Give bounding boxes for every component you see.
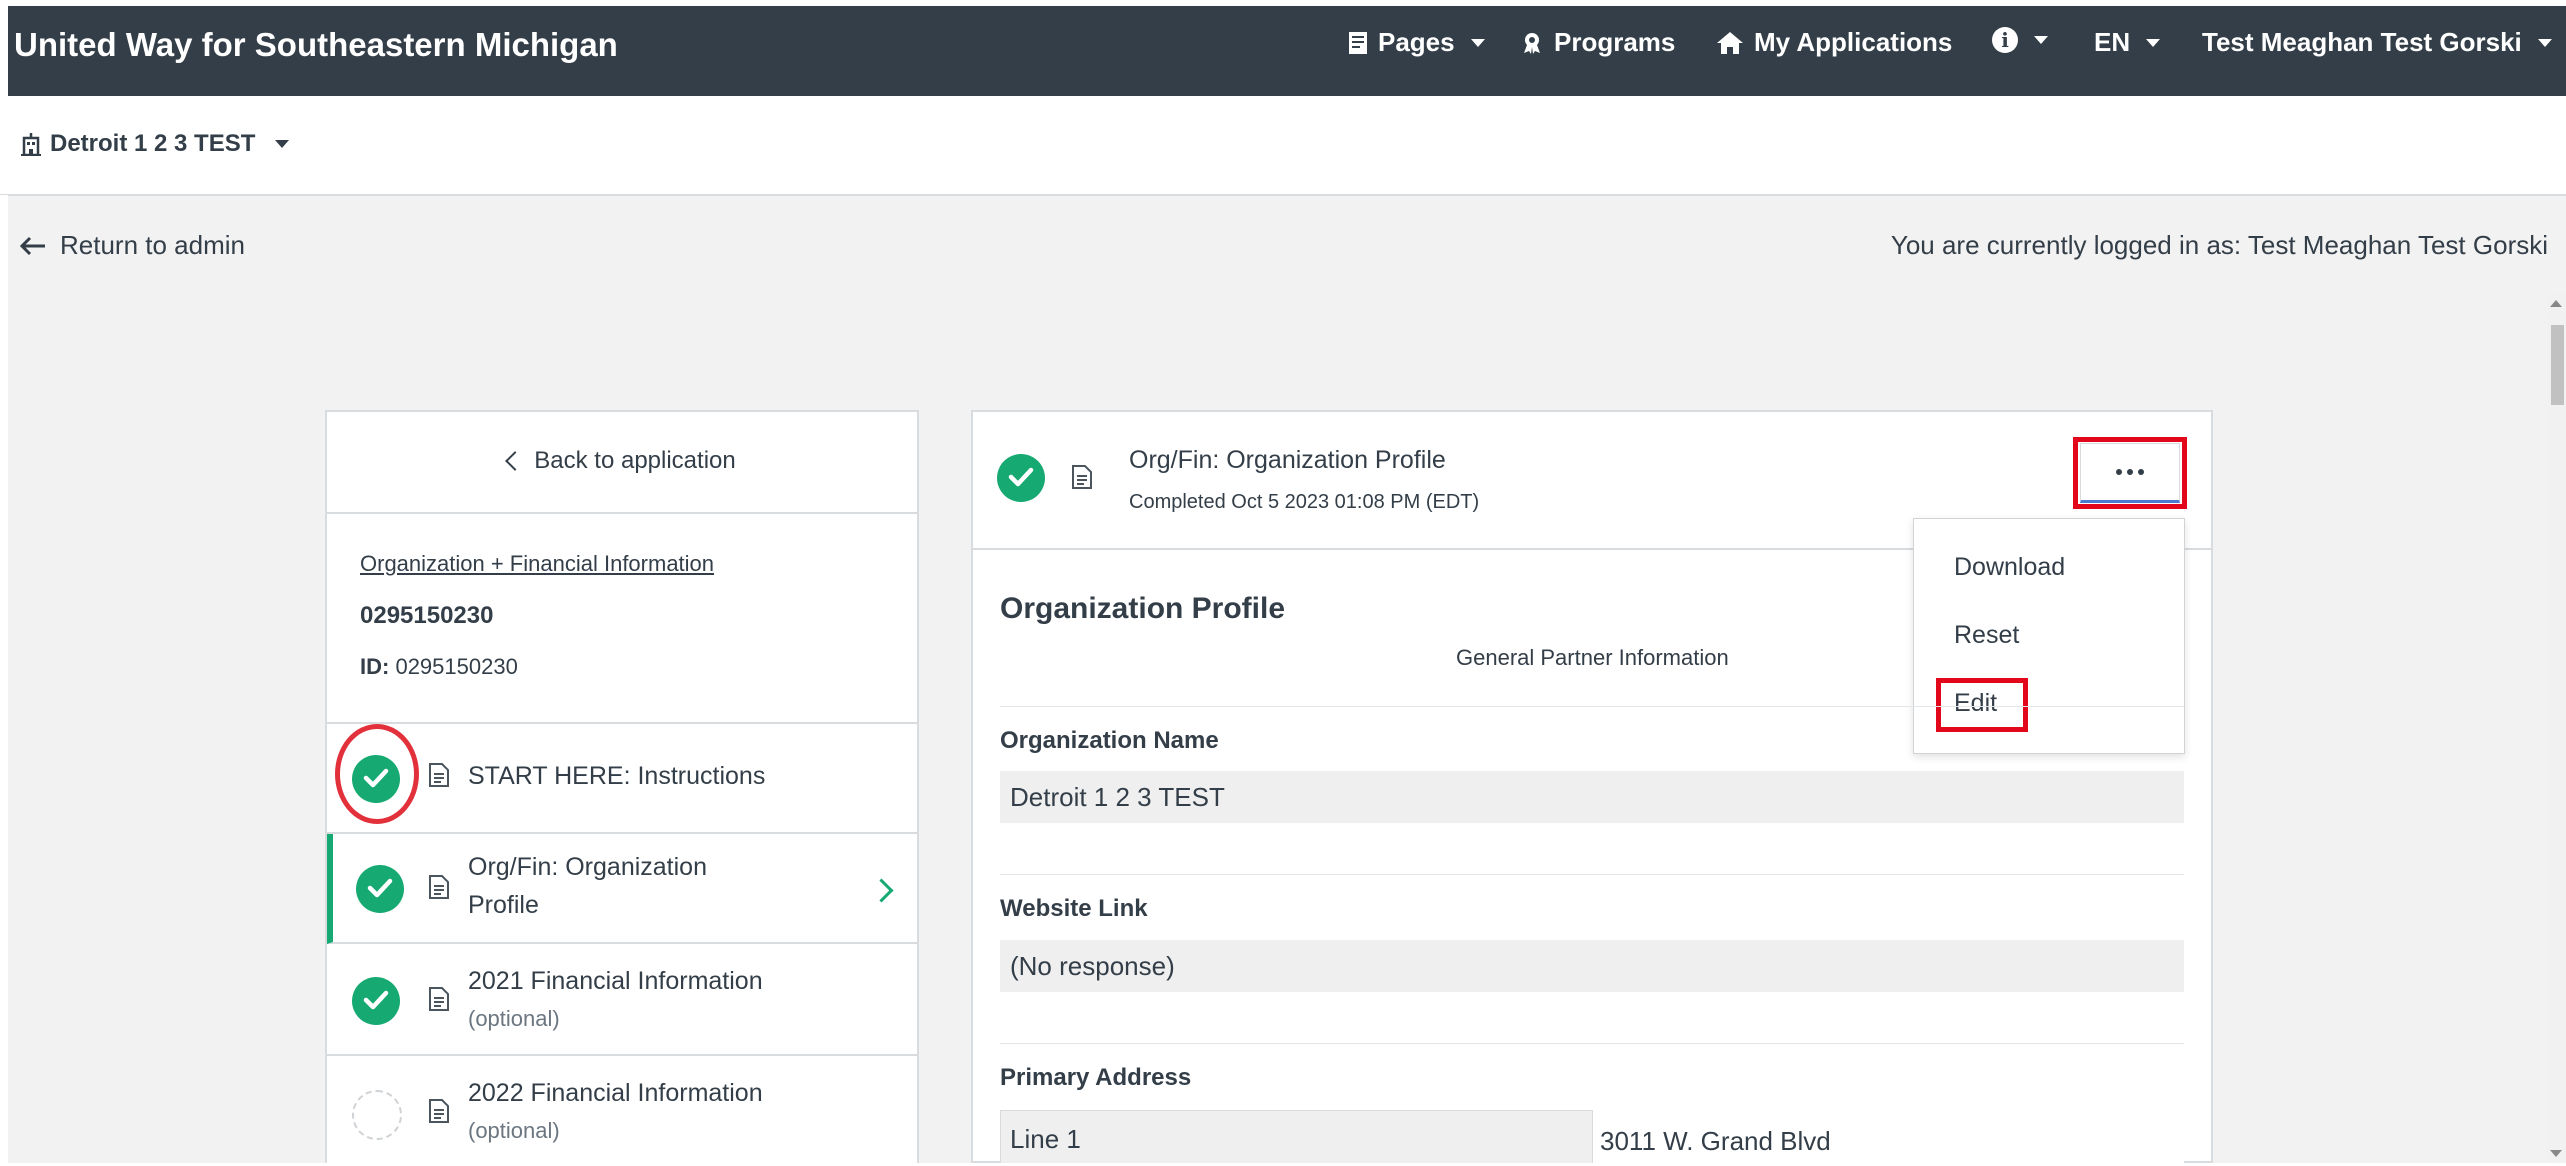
info-icon: i (1992, 27, 2018, 53)
field-divider (1000, 1043, 2184, 1044)
address-label: Primary Address (1000, 1064, 1192, 1091)
address-line1-label: Line 1 (1010, 1124, 1081, 1154)
vertical-scrollbar[interactable] (2548, 293, 2566, 1163)
check-circle-icon (997, 454, 1045, 502)
scrollbar-thumb[interactable] (2551, 325, 2564, 405)
chevron-down-icon (2034, 36, 2048, 44)
step-subtitle: (optional) (468, 1118, 560, 1143)
return-to-admin-label: Return to admin (60, 230, 245, 260)
annotation-highlight-circle (335, 724, 419, 824)
nav-user-menu[interactable]: Test Meaghan Test Gorski (2202, 27, 2552, 58)
nav-pages-menu[interactable]: Pages (1348, 27, 1485, 58)
field-divider (1000, 706, 2184, 707)
org-name-value: Detroit 1 2 3 TEST (1000, 771, 2184, 823)
more-dots-icon (2080, 443, 2180, 503)
section-subtitle: General Partner Information (1456, 645, 1729, 670)
chevron-right-icon (869, 878, 894, 903)
incomplete-circle-icon (352, 1090, 402, 1140)
back-to-application-link[interactable]: Back to application (325, 410, 919, 514)
check-circle-icon (352, 977, 400, 1025)
nav-pages-label: Pages (1378, 27, 1455, 57)
step-2021-financial[interactable]: 2021 Financial Information (optional) (327, 944, 917, 1056)
application-id: ID: 0295150230 (360, 654, 518, 680)
application-id-label: ID: (360, 654, 390, 679)
nav-info-menu[interactable]: i (1992, 27, 2048, 53)
org-name-label: Organization Name (1000, 727, 1219, 754)
step-title-main: 2022 Financial Information (468, 1079, 763, 1107)
chevron-down-icon (2537, 38, 2552, 47)
section-title: Organization Profile (1000, 592, 1286, 625)
return-to-admin-link[interactable]: Return to admin (20, 230, 245, 261)
nav-language-menu[interactable]: EN (2094, 27, 2161, 58)
pages-icon (1349, 31, 1367, 54)
step-title-line1: Org/Fin: Organization (468, 853, 707, 881)
step-2022-financial[interactable]: 2022 Financial Information (optional) (327, 1056, 917, 1166)
menu-item-reset[interactable]: Reset (1954, 621, 2019, 650)
chevron-left-icon (505, 451, 526, 471)
step-title: START HERE: Instructions (468, 762, 766, 790)
form-title: Org/Fin: Organization Profile (1129, 446, 1446, 474)
website-label: Website Link (1000, 895, 1148, 922)
document-icon (1072, 465, 1092, 489)
step-title-line2: Profile (468, 891, 539, 919)
document-icon (429, 1099, 449, 1123)
step-title: 2021 Financial Information (optional) (468, 962, 763, 1038)
category-link[interactable]: Organization + Financial Information (360, 551, 714, 577)
building-icon (21, 133, 41, 156)
chevron-down-icon (1470, 38, 1485, 47)
menu-item-download[interactable]: Download (1954, 553, 2065, 582)
nav-programs-label: Programs (1554, 27, 1676, 57)
step-title: 2022 Financial Information (optional) (468, 1074, 763, 1150)
step-subtitle: (optional) (468, 1006, 560, 1031)
step-title: Org/Fin: Organization Profile (468, 848, 707, 924)
chevron-down-icon (2146, 38, 2161, 47)
scroll-up-arrow-icon[interactable] (2550, 300, 2562, 307)
website-value: (No response) (1000, 940, 2184, 992)
back-to-application-label: Back to application (534, 447, 736, 474)
arrow-left-icon (20, 236, 45, 255)
chevron-down-icon (275, 140, 290, 148)
logged-in-status: You are currently logged in as: Test Mea… (1890, 230, 2548, 260)
application-id-value: 0295150230 (395, 654, 518, 679)
nav-programs-link[interactable]: Programs (1520, 27, 1675, 58)
scroll-down-arrow-icon[interactable] (2550, 1150, 2562, 1157)
organization-bar (0, 96, 2566, 195)
organization-name: Detroit 1 2 3 TEST (50, 130, 256, 157)
address-line1-value: 3011 W. Grand Blvd (1600, 1126, 1831, 1156)
document-icon (429, 987, 449, 1011)
check-circle-icon (356, 865, 404, 913)
field-divider (1000, 874, 2184, 875)
home-icon (1717, 31, 1743, 54)
application-number: 0295150230 (360, 602, 494, 629)
form-completed-text: Completed Oct 5 2023 01:08 PM (EDT) (1129, 491, 1480, 513)
language-label: EN (2094, 27, 2131, 57)
more-actions-button[interactable] (2073, 437, 2187, 509)
document-icon (429, 875, 449, 899)
step-title-main: 2021 Financial Information (468, 967, 763, 995)
user-name-label: Test Meaghan Test Gorski (2202, 27, 2522, 57)
step-org-profile[interactable]: Org/Fin: Organization Profile (327, 834, 917, 944)
document-icon (429, 763, 449, 787)
programs-icon (1524, 32, 1540, 54)
organization-selector[interactable]: Detroit 1 2 3 TEST (20, 130, 290, 158)
nav-my-applications-link[interactable]: My Applications (1716, 27, 1952, 58)
brand-title[interactable]: United Way for Southeastern Michigan (14, 26, 618, 64)
nav-my-applications-label: My Applications (1754, 27, 1953, 57)
annotation-highlight-box (1936, 678, 2028, 732)
